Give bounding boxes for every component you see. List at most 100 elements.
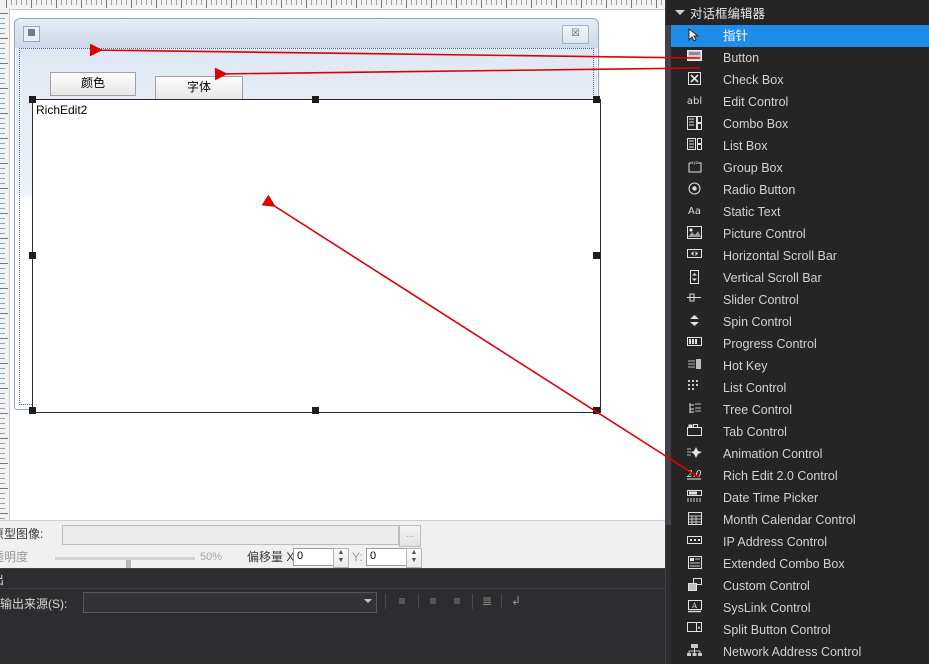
toolbox-item-slider-control[interactable]: Slider Control: [671, 289, 929, 311]
toolbox-item-label: Spin Control: [723, 315, 792, 329]
offset-x-input[interactable]: 0: [293, 548, 336, 566]
toolbox-item-static-text[interactable]: Aa Static Text: [671, 201, 929, 223]
toolbox-item-picture-control[interactable]: Picture Control: [671, 223, 929, 245]
offset-x-spin-buttons[interactable]: ▲ ▼: [333, 548, 349, 568]
prototype-image-input[interactable]: [62, 525, 399, 545]
toolbox-item-custom-control[interactable]: Custom Control: [671, 575, 929, 597]
offset-x-stepper[interactable]: 0 ▲ ▼: [293, 548, 349, 568]
output-source-select[interactable]: [83, 592, 377, 613]
prototype-image-row: 原型图像: ...: [0, 525, 665, 547]
spin-up-icon[interactable]: ▲: [334, 549, 348, 557]
offset-y-spin-buttons[interactable]: ▲ ▼: [406, 548, 422, 568]
clear-all-icon[interactable]: ≣: [478, 593, 496, 611]
ruler-tick: [586, 0, 587, 5]
ruler-tick: [131, 0, 132, 8]
design-canvas[interactable]: ☒ 颜色 字体 RichEdit2: [10, 10, 665, 520]
ruler-tick: [0, 33, 5, 34]
toolbox-item-tab-control[interactable]: Tab Control: [671, 421, 929, 443]
ruler-tick: [636, 0, 637, 5]
ruler-tick: [0, 178, 5, 179]
ruler-tick: [291, 0, 292, 5]
toolbox-item-month-calendar-control[interactable]: Month Calendar Control: [671, 509, 929, 531]
toggle-word-wrap-icon[interactable]: ↲: [507, 593, 525, 611]
chevron-down-icon[interactable]: [675, 10, 685, 15]
ruler-tick: [0, 208, 5, 209]
spin-up-icon[interactable]: ▲: [407, 549, 421, 557]
toolbox-item-button[interactable]: Button: [671, 47, 929, 69]
toolbox-item-spin-control[interactable]: Spin Control: [671, 311, 929, 333]
ruler-tick: [0, 148, 5, 149]
toolbox-item-syslink-control[interactable]: A SysLink Control: [671, 597, 929, 619]
toolbox-item-date-time-picker[interactable]: Date Time Picker: [671, 487, 929, 509]
ruler-tick: [651, 0, 652, 5]
toolbox-item-network-address-control[interactable]: Network Address Control: [671, 641, 929, 663]
toolbox-item-split-button-control[interactable]: Split Button Control: [671, 619, 929, 641]
spin-down-icon[interactable]: ▼: [407, 557, 421, 565]
toolbox-item-combo-box[interactable]: Combo Box: [671, 113, 929, 135]
toolbox-item-check-box[interactable]: Check Box: [671, 69, 929, 91]
offset-label: 偏移量 X:: [247, 550, 298, 564]
resize-handle-ne[interactable]: [593, 96, 600, 103]
pointer-icon: [686, 27, 703, 44]
toolbox-item-[interactable]: 指针: [671, 25, 929, 47]
go-to-previous-icon[interactable]: ≡: [424, 593, 442, 611]
toolbox-item-animation-control[interactable]: Animation Control: [671, 443, 929, 465]
toolbox-item-list-control[interactable]: List Control: [671, 377, 929, 399]
prototype-image-strip: 原型图像: ... 透明度 50% 偏移量 X: 0 ▲ ▼ Y: 0: [0, 520, 665, 574]
resize-handle-nw[interactable]: [29, 96, 36, 103]
transparency-slider[interactable]: [55, 557, 195, 574]
transparency-label: 透明度: [0, 550, 29, 564]
toolbox-item-label: Month Calendar Control: [723, 513, 856, 527]
toolbox-item-list-box[interactable]: List Box: [671, 135, 929, 157]
ruler-tick: [106, 0, 107, 8]
go-to-next-icon[interactable]: ≡: [448, 593, 466, 611]
ruler-tick: [561, 0, 562, 5]
toolbox-item-ip-address-control[interactable]: IP Address Control: [671, 531, 929, 553]
ruler-tick: [541, 0, 542, 5]
ruler-tick: [386, 0, 387, 5]
toolbox-header[interactable]: 对话框编辑器: [666, 0, 929, 25]
offset-y-input[interactable]: 0: [366, 548, 409, 566]
ruler-tick: [461, 0, 462, 5]
ruler-tick: [0, 153, 5, 154]
resize-handle-sw[interactable]: [29, 407, 36, 414]
toolbox-item-rich-edit-2-0-control[interactable]: 2.0 Rich Edit 2.0 Control: [671, 465, 929, 487]
toolbox-item-tree-control[interactable]: Tree Control: [671, 399, 929, 421]
ruler-tick: [0, 263, 8, 264]
ruler-tick: [126, 0, 127, 5]
resize-handle-n[interactable]: [312, 96, 319, 103]
spin-down-icon[interactable]: ▼: [334, 557, 348, 565]
ruler-tick: [421, 0, 422, 5]
split-button-control-icon: [686, 622, 703, 638]
toolbox-item-edit-control[interactable]: abl Edit Control: [671, 91, 929, 113]
browse-button[interactable]: ...: [399, 525, 421, 547]
toolbox-item-group-box[interactable]: xyz Group Box: [671, 157, 929, 179]
rich-edit-control[interactable]: RichEdit2: [32, 99, 601, 413]
toolbox-item-extended-combo-box[interactable]: Extended Combo Box: [671, 553, 929, 575]
ruler-tick: [0, 413, 8, 414]
dialog-titlebar[interactable]: ☒: [15, 19, 598, 48]
find-message-icon[interactable]: ≡: [393, 593, 411, 611]
ruler-tick: [76, 0, 77, 5]
resize-handle-e[interactable]: [593, 252, 600, 259]
close-icon[interactable]: ☒: [562, 25, 589, 44]
color-button[interactable]: 颜色: [50, 72, 136, 96]
toolbox-item-progress-control[interactable]: Progress Control: [671, 333, 929, 355]
resize-handle-w[interactable]: [29, 252, 36, 259]
tab-output[interactable]: 出: [0, 571, 4, 588]
toolbox-item-vertical-scroll-bar[interactable]: Vertical Scroll Bar: [671, 267, 929, 289]
toolbox-item-horizontal-scroll-bar[interactable]: Horizontal Scroll Bar: [671, 245, 929, 267]
resize-handle-se[interactable]: [593, 407, 600, 414]
font-button[interactable]: 字体: [155, 76, 243, 100]
ruler-tick: [121, 0, 122, 5]
toolbox-item-radio-button[interactable]: Radio Button: [671, 179, 929, 201]
offset-y-label: Y:: [352, 550, 363, 564]
ruler-tick: [51, 0, 52, 5]
ruler-tick: [241, 0, 242, 5]
dialog-preview-window[interactable]: ☒ 颜色 字体 RichEdit2: [14, 18, 601, 414]
ruler-tick: [531, 0, 532, 8]
offset-y-stepper[interactable]: 0 ▲ ▼: [366, 548, 422, 568]
ruler-tick: [0, 388, 8, 389]
resize-handle-s[interactable]: [312, 407, 319, 414]
toolbox-item-hot-key[interactable]: Hot Key: [671, 355, 929, 377]
